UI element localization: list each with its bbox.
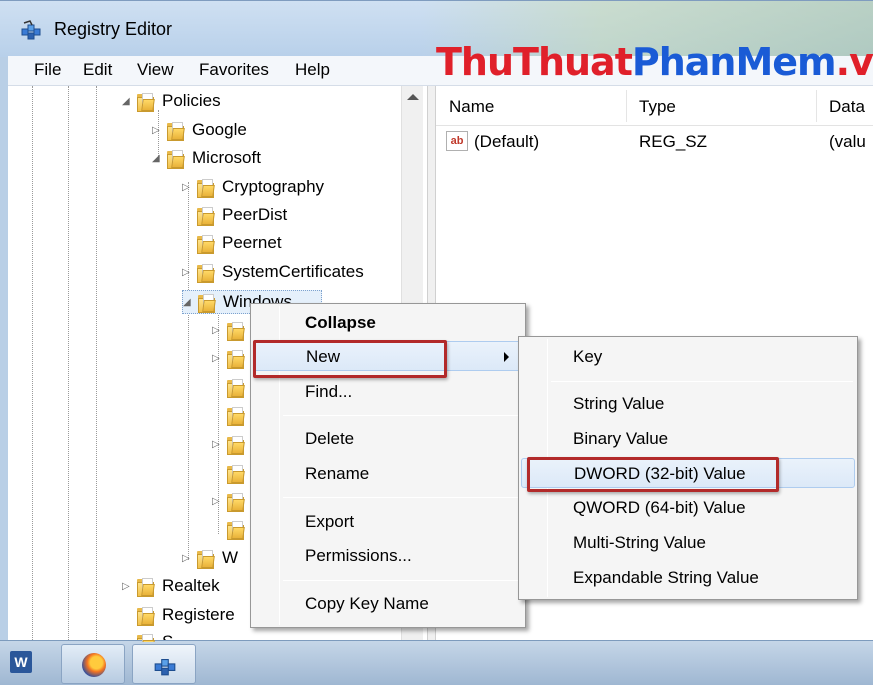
- tree-node-child[interactable]: [212, 518, 252, 542]
- menu-item-export[interactable]: Export: [253, 507, 523, 537]
- menu-item-rename[interactable]: Rename: [253, 459, 523, 489]
- column-name[interactable]: Name: [449, 97, 494, 117]
- value-name: (Default): [474, 132, 540, 151]
- tree-node-child[interactable]: ▷: [212, 490, 252, 514]
- menu-separator: [283, 580, 523, 581]
- registry-editor-icon: [21, 20, 41, 40]
- submenu-arrow-icon: [504, 352, 509, 362]
- tree-node-child[interactable]: ▷: [212, 319, 252, 343]
- column-data[interactable]: Data: [829, 97, 865, 117]
- list-header: Name Type Data: [436, 86, 873, 126]
- folder-icon: [226, 519, 246, 540]
- taskbar-button-registry-editor[interactable]: [132, 644, 196, 684]
- tree-guide-line: [188, 182, 189, 560]
- tree-node-child[interactable]: ▷: [212, 433, 252, 457]
- folder-icon: [226, 491, 246, 512]
- folder-icon: [197, 292, 217, 313]
- submenu-item-string-value[interactable]: String Value: [521, 389, 855, 419]
- submenu-item-expandable-string-value[interactable]: Expandable String Value: [521, 563, 855, 593]
- folder-icon: [136, 576, 156, 597]
- window-frame: [0, 57, 8, 640]
- folder-icon: [196, 233, 216, 254]
- expand-arrow-icon[interactable]: ▷: [212, 496, 222, 508]
- submenu-item-multi-string-value[interactable]: Multi-String Value: [521, 528, 855, 558]
- collapse-arrow-icon[interactable]: ◢: [183, 297, 193, 309]
- table-row[interactable]: ab (Default) REG_SZ (valu: [436, 128, 873, 154]
- column-type[interactable]: Type: [639, 97, 676, 117]
- expand-arrow-icon[interactable]: ▷: [212, 325, 222, 337]
- window-title: Registry Editor: [54, 19, 173, 39]
- registry-editor-icon: [154, 659, 176, 676]
- expand-arrow-icon[interactable]: ▷: [152, 125, 162, 137]
- submenu-item-qword-value[interactable]: QWORD (64-bit) Value: [521, 493, 855, 523]
- expand-arrow-icon[interactable]: ▷: [212, 353, 222, 365]
- menu-separator: [551, 381, 853, 382]
- expand-arrow-icon[interactable]: ▷: [122, 581, 132, 593]
- tree-node-child[interactable]: [212, 462, 252, 486]
- value-type: REG_SZ: [639, 132, 708, 151]
- menu-item-collapse[interactable]: Collapse: [253, 308, 523, 338]
- collapse-arrow-icon[interactable]: ◢: [122, 96, 132, 108]
- menu-help[interactable]: Help: [295, 60, 330, 80]
- firefox-icon: [82, 653, 106, 677]
- scroll-up-icon[interactable]: [407, 94, 419, 100]
- tree-node-child[interactable]: [212, 376, 252, 400]
- expand-arrow-icon[interactable]: ▷: [182, 182, 192, 194]
- collapse-arrow-icon[interactable]: ◢: [152, 153, 162, 165]
- menu-separator: [283, 415, 523, 416]
- menu-item-delete[interactable]: Delete: [253, 424, 523, 454]
- watermark-logo: ThuThuatPhanMem.vn: [436, 40, 873, 84]
- folder-icon: [226, 405, 246, 426]
- string-value-icon: ab: [446, 131, 468, 151]
- folder-icon: [196, 205, 216, 226]
- folder-icon: [226, 463, 246, 484]
- tree-node-child[interactable]: [212, 404, 252, 428]
- submenu-item-key[interactable]: Key: [521, 342, 855, 372]
- value-data: (valu: [829, 132, 866, 151]
- folder-icon: [166, 120, 186, 141]
- menu-item-copy-key-name[interactable]: Copy Key Name: [253, 589, 523, 619]
- folder-icon: [196, 177, 216, 198]
- word-icon[interactable]: W: [10, 651, 32, 673]
- menu-file[interactable]: File: [34, 60, 61, 80]
- folder-icon: [196, 548, 216, 569]
- folder-icon: [166, 148, 186, 169]
- submenu-item-binary-value[interactable]: Binary Value: [521, 424, 855, 454]
- highlight-box-dword: [527, 457, 779, 492]
- expand-arrow-icon[interactable]: ▷: [182, 267, 192, 279]
- menu-view[interactable]: View: [137, 60, 174, 80]
- taskbar-button-firefox[interactable]: [61, 644, 125, 684]
- menu-favorites[interactable]: Favorites: [199, 60, 269, 80]
- expand-arrow-icon[interactable]: ▷: [212, 439, 222, 451]
- column-divider[interactable]: [626, 90, 627, 122]
- folder-icon: [196, 262, 216, 283]
- folder-icon: [136, 91, 156, 112]
- taskbar: W: [0, 640, 873, 685]
- expand-arrow-icon[interactable]: ▷: [182, 553, 192, 565]
- tree-node-child[interactable]: ▷: [212, 347, 252, 371]
- menu-item-find[interactable]: Find...: [253, 377, 523, 407]
- folder-icon: [226, 377, 246, 398]
- column-divider[interactable]: [816, 90, 817, 122]
- menu-item-permissions[interactable]: Permissions...: [253, 541, 523, 571]
- highlight-box-new: [253, 340, 447, 378]
- folder-icon: [226, 348, 246, 369]
- tree-guide-line: [32, 86, 33, 642]
- folder-icon: [136, 605, 156, 626]
- menu-separator: [283, 497, 523, 498]
- tree-guide-line: [68, 86, 69, 642]
- folder-icon: [226, 320, 246, 341]
- menu-edit[interactable]: Edit: [83, 60, 112, 80]
- folder-icon: [226, 434, 246, 455]
- tree-guide-line: [96, 86, 97, 642]
